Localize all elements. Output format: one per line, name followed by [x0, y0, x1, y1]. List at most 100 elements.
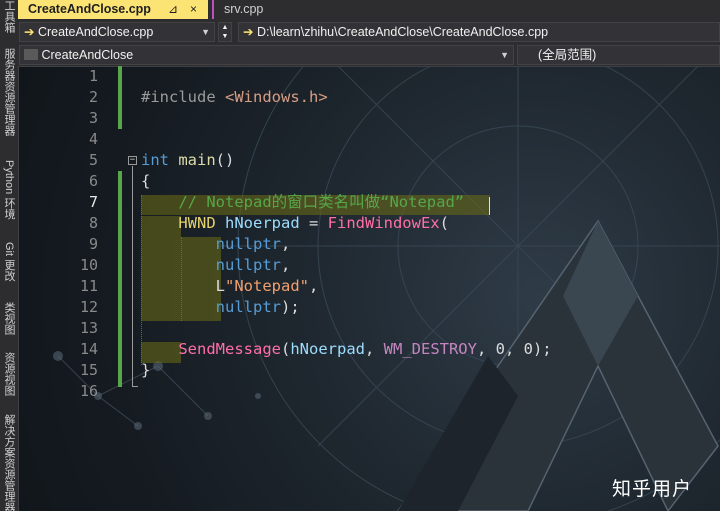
code-token: <Windows.h> — [225, 88, 328, 106]
code-token: "Notepad" — [225, 277, 309, 295]
code-line[interactable]: HWND hNoerpad = FindWindowEx( — [141, 213, 449, 234]
code-token: nullptr — [215, 235, 281, 253]
line-number: 11 — [79, 277, 98, 295]
line-number-current: 7 — [88, 193, 98, 211]
code-token: int — [141, 151, 169, 169]
close-icon[interactable]: × — [190, 0, 197, 19]
change-bar — [118, 66, 122, 129]
scope-navigation-bar: CreateAndClose ▼ (全局范围) — [18, 44, 720, 67]
code-token: } — [141, 361, 151, 379]
project-icon — [24, 49, 38, 60]
code-line[interactable]: int main() — [141, 150, 234, 171]
line-number: 3 — [88, 109, 98, 127]
code-line[interactable]: { — [141, 171, 150, 192]
tab-srv[interactable]: srv.cpp — [212, 0, 312, 19]
line-number: 2 — [88, 88, 98, 106]
code-line[interactable]: } — [141, 360, 150, 381]
file-navigation-bar: ➔ CreateAndClose.cpp ▼ ▲ ▼ ➔ D:\learn\zhi… — [18, 19, 720, 45]
line-number: 12 — [79, 298, 98, 316]
path-value: D:\learn\zhihu\CreateAndClose\CreateAndC… — [256, 25, 549, 39]
git-changes-tab[interactable]: Git 更改 — [1, 242, 17, 292]
code-token: , — [280, 235, 291, 253]
code-line[interactable]: #include <Windows.h> — [141, 87, 328, 108]
code-token: WM_DESTROY — [383, 340, 477, 358]
python-env-tab[interactable]: Python 环境 — [1, 160, 17, 232]
code-token: () — [215, 151, 235, 169]
line-number: 5 — [88, 151, 98, 169]
line-number: 6 — [88, 172, 98, 190]
code-line[interactable]: L"Notepad", — [141, 276, 319, 297]
code-line[interactable]: nullptr); — [141, 297, 300, 318]
solution-explorer-tab[interactable]: 解决方案资源管理器 — [1, 414, 17, 511]
code-token: main — [178, 151, 216, 169]
resource-view-tab[interactable]: 资源视图 — [1, 352, 17, 404]
class-view-tab[interactable]: 类视图 — [1, 302, 17, 342]
left-tool-windows-bar: 工具箱 服务器资源管理器 Python 环境 Git 更改 类视图 资源视图 解… — [0, 0, 19, 511]
line-number: 16 — [79, 382, 98, 400]
chevron-down-icon: ▼ — [201, 27, 210, 37]
code-token: #include — [141, 88, 225, 106]
file-combo-value: CreateAndClose.cpp — [37, 25, 154, 39]
pin-icon[interactable]: ⊿ — [168, 0, 178, 19]
tab-label: CreateAndClose.cpp — [28, 2, 151, 16]
line-number: 9 — [88, 235, 98, 253]
fold-guide-end — [132, 386, 138, 387]
code-token: , — [364, 340, 384, 358]
path-arrow-icon: ➔ — [243, 25, 254, 39]
document-tab-bar: CreateAndClose.cpp ⊿ × srv.cpp — [18, 0, 720, 19]
project-combo-value: CreateAndClose — [41, 48, 134, 62]
code-line[interactable]: nullptr, — [141, 255, 291, 276]
code-token: , — [280, 256, 291, 274]
code-token: L — [141, 277, 225, 295]
code-line[interactable]: // Notepad的窗口类名叫做“Notepad” — [141, 192, 464, 213]
tab-label: srv.cpp — [224, 2, 264, 16]
line-number: 1 — [88, 67, 98, 85]
editor-background — [18, 66, 720, 511]
code-token: nullptr — [215, 256, 281, 274]
project-combo[interactable]: CreateAndClose ▼ — [19, 45, 514, 65]
code-line[interactable]: nullptr, — [141, 234, 291, 255]
code-token: ( — [439, 214, 449, 232]
code-token: = — [299, 214, 328, 232]
code-token: SendMessage — [178, 340, 281, 358]
file-combo[interactable]: ➔ CreateAndClose.cpp ▼ — [19, 22, 215, 42]
line-number: 13 — [79, 319, 98, 337]
chevron-down-icon: ▼ — [500, 50, 509, 60]
collapse-icon[interactable]: − — [128, 156, 137, 165]
scope-combo-value: (全局范围) — [538, 48, 597, 62]
splitter-button[interactable]: ▲ ▼ — [218, 22, 232, 42]
code-token: ); — [280, 298, 300, 316]
path-field[interactable]: ➔ D:\learn\zhihu\CreateAndClose\CreateAn… — [238, 22, 720, 42]
text-caret — [489, 197, 490, 215]
toolbox-tab[interactable]: 工具箱 — [1, 0, 17, 36]
fold-guide — [132, 166, 133, 386]
code-token: ( — [280, 340, 291, 358]
scope-combo[interactable]: (全局范围) — [517, 45, 720, 65]
code-token: nullptr — [215, 298, 281, 316]
server-explorer-tab[interactable]: 服务器资源管理器 — [1, 48, 17, 148]
code-line[interactable]: SendMessage(hNoerpad, WM_DESTROY, 0, 0); — [141, 339, 552, 360]
file-arrow-icon: ➔ — [24, 25, 35, 39]
change-bar — [118, 171, 122, 387]
line-number: 15 — [79, 361, 98, 379]
code-token: { — [141, 172, 151, 190]
code-token: HWND — [178, 214, 216, 232]
code-token: hNoerpad — [225, 214, 300, 232]
tab-createandclose[interactable]: CreateAndClose.cpp ⊿ × — [18, 0, 208, 19]
code-token: , 0, 0); — [476, 340, 552, 358]
line-number: 14 — [79, 340, 98, 358]
code-token: hNoerpad — [290, 340, 365, 358]
line-number: 10 — [79, 256, 98, 274]
code-token: // Notepad的窗口类名叫做“Notepad” — [178, 193, 465, 211]
code-token: , — [309, 277, 319, 295]
watermark: 知乎用户 — [612, 478, 693, 500]
line-number: 4 — [88, 130, 98, 148]
